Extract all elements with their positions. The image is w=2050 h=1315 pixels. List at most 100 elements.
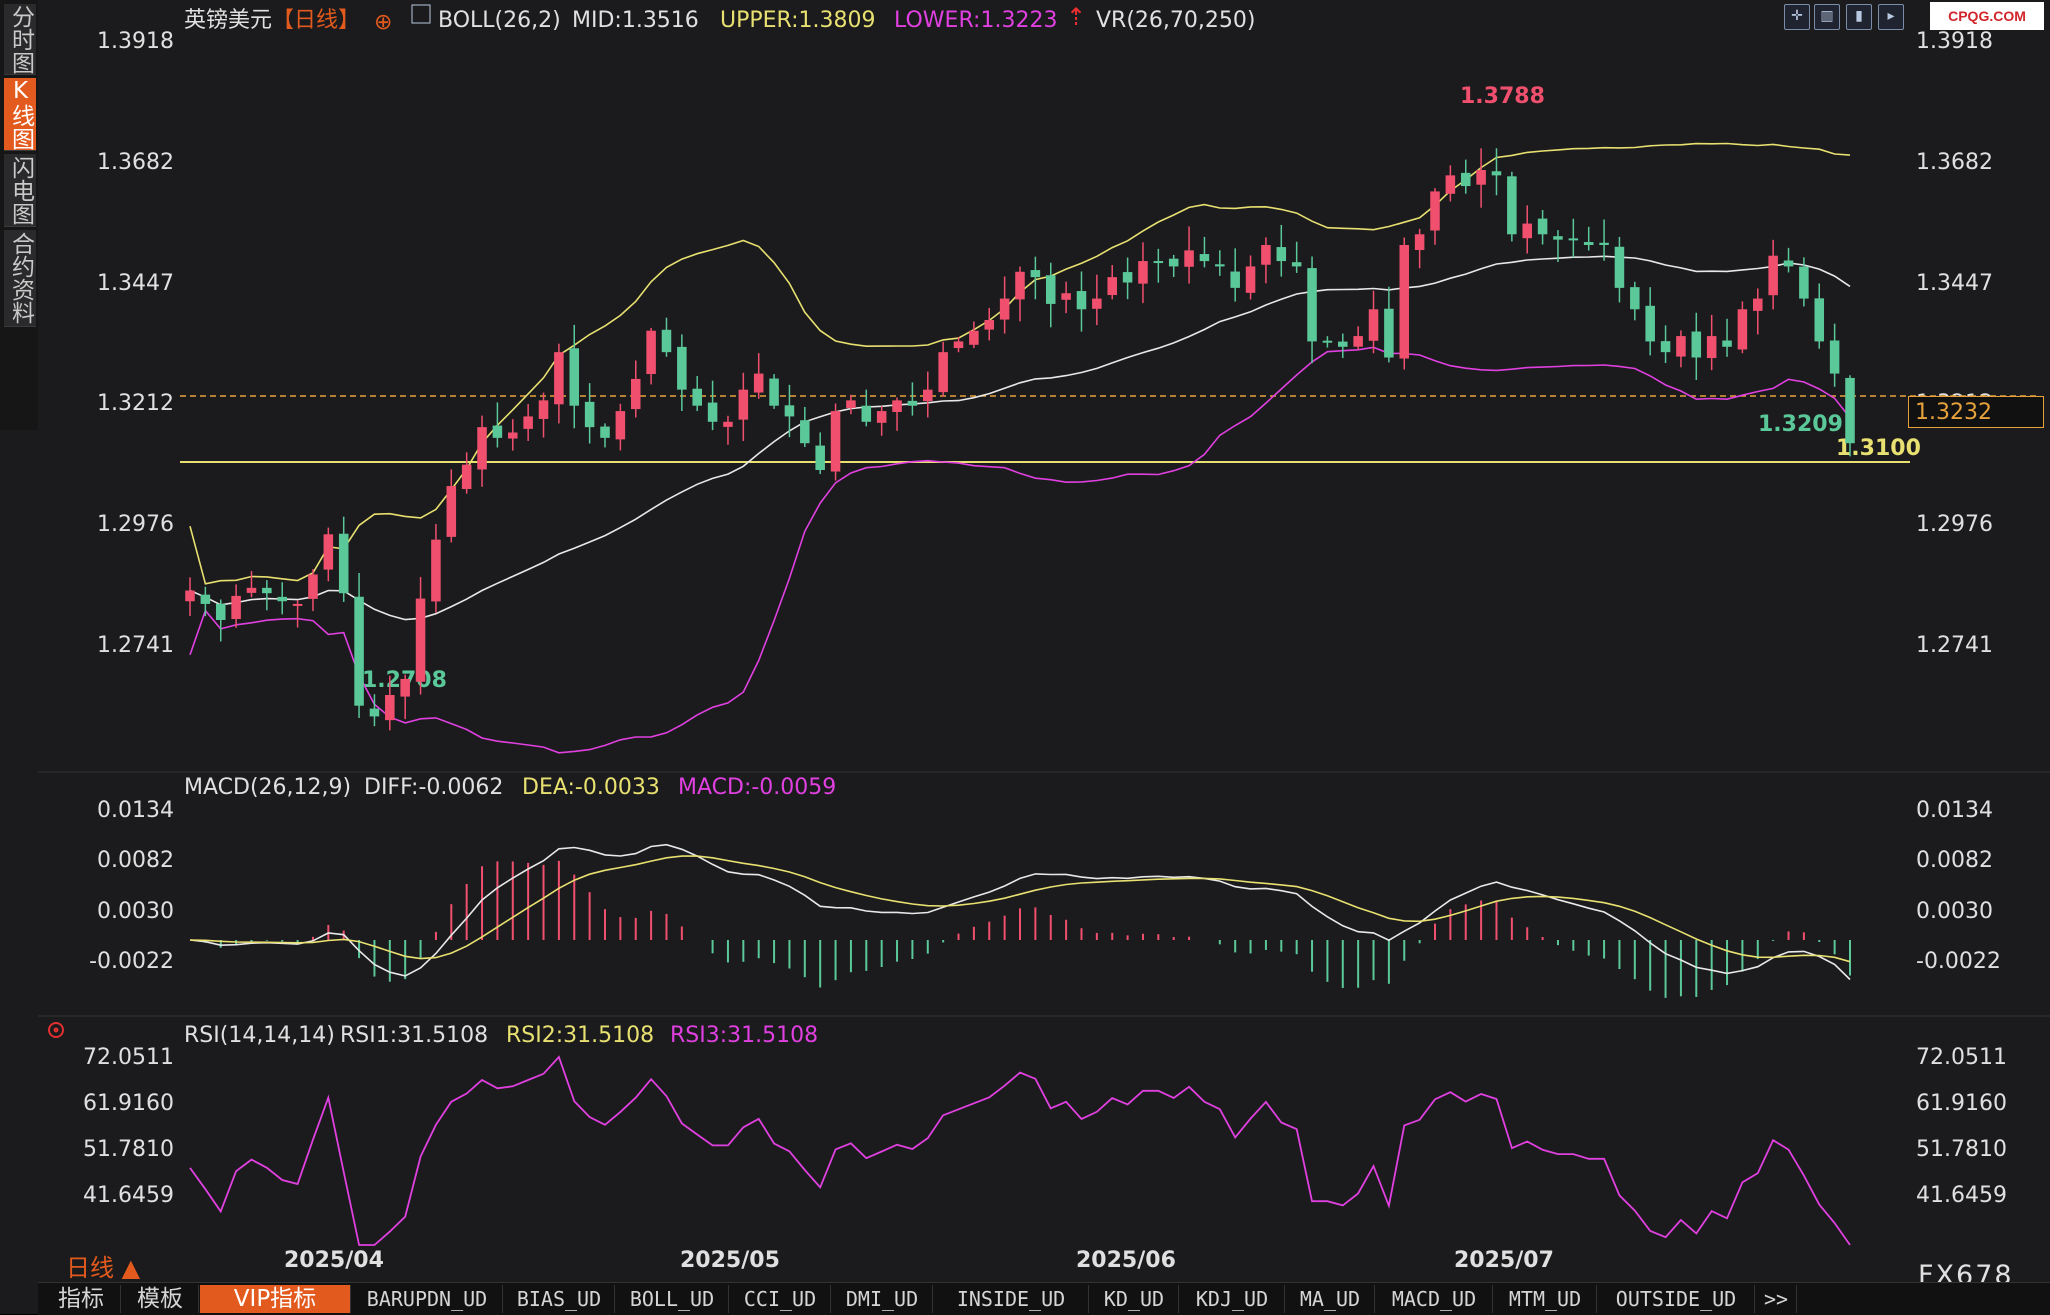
candle-body[interactable] — [1384, 308, 1394, 358]
candle-body[interactable] — [1245, 266, 1256, 293]
candle-body[interactable] — [1307, 268, 1317, 342]
candle-body[interactable] — [1276, 247, 1287, 262]
candle-body[interactable] — [723, 421, 733, 427]
candle-body[interactable] — [1768, 255, 1778, 296]
candle-body[interactable] — [1430, 191, 1440, 231]
bar-chart-icon[interactable]: ▥ — [1814, 4, 1840, 30]
candle-body[interactable] — [492, 425, 503, 438]
candle-body[interactable] — [231, 595, 241, 620]
candle-body[interactable] — [1491, 171, 1502, 176]
candle-body[interactable] — [1460, 172, 1471, 187]
tab-dmi[interactable]: DMI_UD — [832, 1285, 933, 1313]
candle-body[interactable] — [923, 389, 933, 402]
candle-body[interactable] — [815, 445, 825, 470]
candle-body[interactable] — [830, 411, 841, 472]
macd-pane[interactable] — [189, 843, 1851, 998]
candle-body[interactable] — [1215, 264, 1225, 267]
candle-body[interactable] — [354, 596, 364, 706]
candle-body[interactable] — [1522, 223, 1532, 239]
candle-body[interactable] — [415, 598, 426, 682]
candle-body[interactable] — [461, 464, 472, 490]
candle-body[interactable] — [1599, 242, 1609, 245]
candle-body[interactable] — [1353, 336, 1363, 347]
candle-body[interactable] — [953, 341, 964, 349]
candle-body[interactable] — [292, 603, 303, 606]
candle-body[interactable] — [707, 402, 718, 422]
candle-body[interactable] — [753, 373, 764, 393]
tab-kd[interactable]: KD_UD — [1090, 1285, 1179, 1313]
candle-body[interactable] — [999, 298, 1010, 320]
tab-macd[interactable]: MACD_UD — [1376, 1285, 1493, 1313]
candle-body[interactable] — [769, 378, 779, 406]
candle-body[interactable] — [1814, 298, 1825, 342]
tab-bias[interactable]: BIAS_UD — [504, 1285, 615, 1313]
candle-body[interactable] — [1322, 340, 1333, 343]
candle-body[interactable] — [1476, 170, 1486, 185]
candle-body[interactable] — [1537, 218, 1548, 235]
candle-body[interactable] — [262, 587, 272, 594]
tab-boll[interactable]: BOLL_UD — [616, 1285, 729, 1313]
indicator-chart-icon[interactable] — [411, 4, 431, 24]
candle-body[interactable] — [554, 352, 564, 405]
tab-outside[interactable]: OUTSIDE_UD — [1598, 1285, 1755, 1313]
candle-body[interactable] — [1092, 298, 1102, 309]
candle-body[interactable] — [1583, 242, 1594, 245]
candle-body[interactable] — [846, 400, 856, 408]
candle-body[interactable] — [1107, 277, 1117, 296]
candle-body[interactable] — [1706, 336, 1717, 359]
tab-kdj[interactable]: KDJ_UD — [1180, 1285, 1285, 1313]
candle-body[interactable] — [1568, 238, 1579, 241]
candle-body[interactable] — [1122, 272, 1133, 283]
candle-body[interactable] — [1061, 293, 1071, 300]
candle-body[interactable] — [1168, 258, 1179, 267]
settings-icon[interactable]: ⊕ — [374, 10, 392, 35]
candle-body[interactable] — [661, 329, 672, 353]
arrow-up-icon[interactable]: ⇡ — [1066, 3, 1086, 31]
candle-body[interactable] — [1737, 309, 1748, 350]
candle-body[interactable] — [1045, 275, 1056, 304]
candle-body[interactable] — [185, 590, 195, 602]
candle-body[interactable] — [1414, 234, 1425, 251]
candle-body[interactable] — [1676, 336, 1686, 357]
candle-body[interactable] — [1829, 340, 1840, 374]
candle-body[interactable] — [1399, 245, 1410, 359]
tab-ma[interactable]: MA_UD — [1286, 1285, 1375, 1313]
candle-body[interactable] — [523, 416, 533, 429]
candle-body[interactable] — [1261, 245, 1271, 265]
tab-mtm[interactable]: MTM_UD — [1494, 1285, 1597, 1313]
candle-body[interactable] — [1445, 175, 1456, 194]
chart-area[interactable]: 英镑美元 【日线】 ⊕ BOLL(26,2) MID:1.3516 UPPER:… — [0, 0, 2050, 1282]
candle-body[interactable] — [569, 348, 580, 406]
price-pane[interactable] — [185, 142, 1855, 754]
candle-body[interactable] — [338, 533, 349, 594]
candle-body[interactable] — [969, 330, 979, 345]
tab-templates[interactable]: 模板 — [122, 1285, 199, 1313]
candle-body[interactable] — [784, 405, 795, 417]
candle-body[interactable] — [630, 378, 641, 410]
candle-body[interactable] — [477, 427, 487, 470]
more-tabs-button[interactable]: >> — [1756, 1285, 1797, 1313]
candle-body[interactable] — [876, 411, 887, 423]
candle-body[interactable] — [215, 603, 226, 620]
candle-chart-icon[interactable]: ▮ — [1846, 4, 1872, 30]
candle-body[interactable] — [1030, 270, 1041, 278]
candle-body[interactable] — [584, 401, 595, 428]
tab-cci[interactable]: CCI_UD — [730, 1285, 831, 1313]
candle-body[interactable] — [1184, 250, 1194, 267]
candle-body[interactable] — [1138, 261, 1148, 284]
crosshair-icon[interactable]: ✛ — [1784, 4, 1810, 30]
candle-body[interactable] — [1507, 176, 1517, 235]
candle-body[interactable] — [277, 596, 287, 602]
candle-body[interactable] — [369, 708, 380, 717]
candle-body[interactable] — [1153, 261, 1164, 264]
candle-body[interactable] — [400, 678, 410, 697]
candle-body[interactable] — [892, 400, 902, 412]
forward-icon[interactable]: ▸ — [1878, 4, 1904, 30]
tab-vip-indicators[interactable]: VIP指标 — [200, 1285, 351, 1313]
candle-body[interactable] — [1338, 341, 1348, 347]
candle-body[interactable] — [677, 346, 687, 390]
candle-body[interactable] — [692, 388, 702, 406]
tab-inside[interactable]: INSIDE_UD — [934, 1285, 1089, 1313]
candle-body[interactable] — [508, 432, 518, 439]
candle-body[interactable] — [385, 695, 395, 721]
